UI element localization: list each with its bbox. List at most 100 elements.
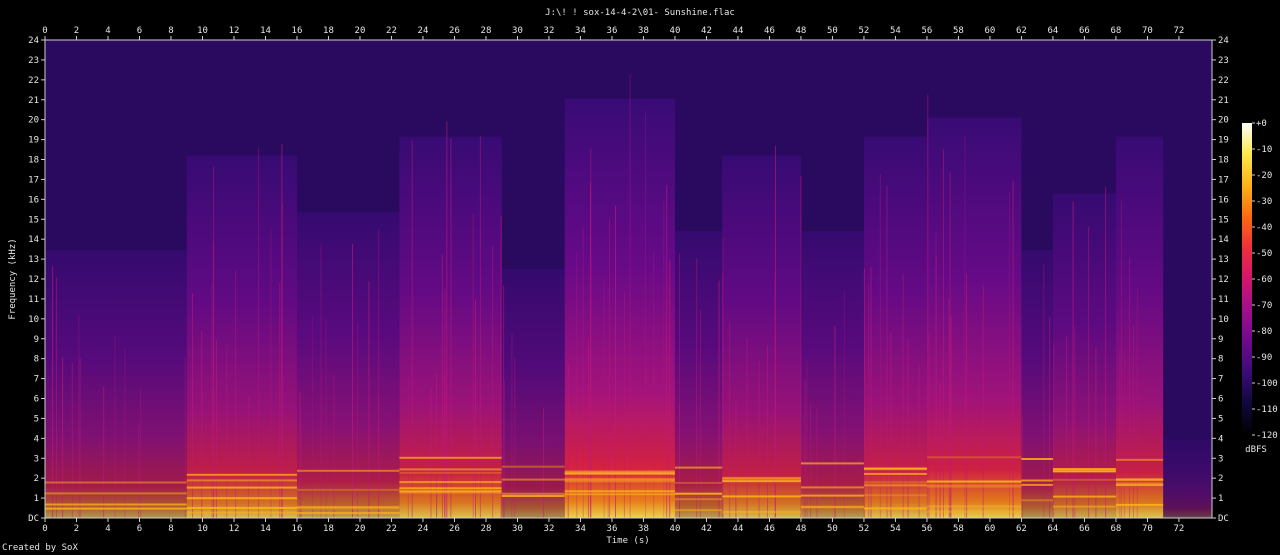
- x-tick-label: 26: [449, 524, 460, 534]
- harmonic-line: [186, 473, 297, 476]
- x-tick-label: 22: [386, 26, 397, 36]
- colorbar-tick-label: -20: [1256, 171, 1272, 181]
- transient-line: [300, 407, 302, 518]
- transient-line: [503, 381, 505, 518]
- credit-text: Created by SoX: [2, 543, 78, 553]
- colorbar-tick-label: -10: [1256, 145, 1272, 155]
- energy-band: [45, 250, 187, 518]
- y-tick-label: 10: [1218, 315, 1229, 325]
- x-tick-label: 0: [42, 26, 47, 36]
- energy-band: [564, 98, 675, 519]
- y-tick-label: 14: [1218, 235, 1229, 245]
- energy-band: [1021, 250, 1053, 518]
- x-tick-label: 10: [197, 26, 208, 36]
- harmonic-line: [399, 456, 502, 459]
- transient-line: [1049, 316, 1051, 518]
- x-tick-label: 10: [197, 524, 208, 534]
- x-tick-label: 24: [418, 26, 429, 36]
- transient-line: [543, 407, 545, 518]
- transient-line: [1021, 415, 1023, 518]
- y-tick-label: 12: [28, 275, 39, 285]
- x-tick-label: 56: [922, 524, 933, 534]
- y-tick-label: 1: [34, 494, 39, 504]
- harmonic-line: [399, 487, 502, 490]
- transient-line: [806, 361, 808, 518]
- y-tick-label: 18: [28, 156, 39, 166]
- transient-line: [215, 339, 217, 518]
- transient-line: [1074, 326, 1076, 518]
- transient-line: [810, 402, 811, 518]
- transient-line: [629, 75, 631, 518]
- x-tick-label: 60: [985, 26, 996, 36]
- transient-line: [325, 318, 327, 518]
- harmonic-line: [926, 480, 1022, 483]
- y-tick-label: 23: [28, 56, 39, 66]
- x-tick-label: 50: [827, 26, 838, 36]
- x-tick-label: 46: [764, 524, 775, 534]
- harmonic-line: [926, 505, 1022, 508]
- x-tick-label: 14: [260, 26, 271, 36]
- y-tick-label: 13: [1218, 255, 1229, 265]
- transient-line: [758, 361, 760, 518]
- transient-line: [201, 330, 203, 518]
- y-tick-label: 2: [34, 474, 39, 484]
- transient-line: [935, 232, 937, 518]
- transient-line: [71, 362, 73, 518]
- y-tick-label: 11: [28, 295, 39, 305]
- transient-line: [939, 385, 941, 518]
- harmonic-line: [296, 512, 400, 514]
- transient-line: [870, 267, 872, 518]
- harmonic-line: [1115, 478, 1164, 481]
- transient-line: [352, 244, 353, 518]
- harmonic-line: [1052, 468, 1116, 471]
- harmonic-line: [1021, 458, 1053, 460]
- x-tick-label: 28: [481, 524, 492, 534]
- transient-line: [479, 135, 481, 518]
- transient-line: [281, 203, 283, 518]
- transient-line: [666, 184, 668, 518]
- harmonic-line: [564, 490, 675, 493]
- x-tick-label: 66: [1079, 26, 1090, 36]
- harmonic-line: [1052, 495, 1116, 498]
- y-tick-label: 11: [1218, 295, 1229, 305]
- y-tick-label: DC: [28, 514, 39, 524]
- harmonic-line: [1052, 478, 1116, 481]
- harmonic-line: [564, 478, 675, 481]
- x-tick-label: 66: [1079, 524, 1090, 534]
- y-tick-label: 18: [1218, 156, 1229, 166]
- harmonic-line: [501, 478, 565, 481]
- x-tick-label: 72: [1174, 524, 1185, 534]
- energy-band: [186, 155, 297, 518]
- x-tick-label: 52: [859, 26, 870, 36]
- x-tick-label: 72: [1174, 26, 1185, 36]
- transient-line: [211, 282, 213, 518]
- y-tick-label: 8: [34, 355, 39, 365]
- harmonic-line: [674, 481, 723, 484]
- harmonic-line: [296, 488, 400, 491]
- harmonic-line: [45, 492, 187, 495]
- y-tick-label: 21: [28, 96, 39, 106]
- x-tick-label: 58: [953, 26, 964, 36]
- x-tick-label: 40: [670, 26, 681, 36]
- y-tick-label: 3: [1218, 454, 1223, 464]
- transient-line: [663, 201, 665, 518]
- x-tick-label: 44: [733, 524, 744, 534]
- transient-line: [1123, 353, 1125, 518]
- transient-line: [226, 345, 228, 518]
- harmonic-line: [186, 507, 297, 509]
- harmonic-line: [674, 498, 723, 501]
- harmonic-line: [501, 465, 565, 468]
- transient-line: [52, 266, 54, 518]
- transient-line: [879, 173, 881, 518]
- x-tick-label: 60: [985, 524, 996, 534]
- harmonic-line: [1021, 479, 1053, 482]
- harmonic-line: [863, 467, 927, 470]
- chart-title: J:\! ! sox-14-4-2\01- Sunshine.flac: [545, 8, 735, 18]
- y-tick-label: 22: [1218, 76, 1229, 86]
- x-tick-label: 70: [1142, 26, 1153, 36]
- y-tick-label: 17: [28, 175, 39, 185]
- x-tick-label: 34: [575, 524, 586, 534]
- transient-line: [78, 315, 80, 518]
- x-tick-label: 40: [670, 524, 681, 534]
- colorbar-tick-label: -90: [1256, 353, 1272, 363]
